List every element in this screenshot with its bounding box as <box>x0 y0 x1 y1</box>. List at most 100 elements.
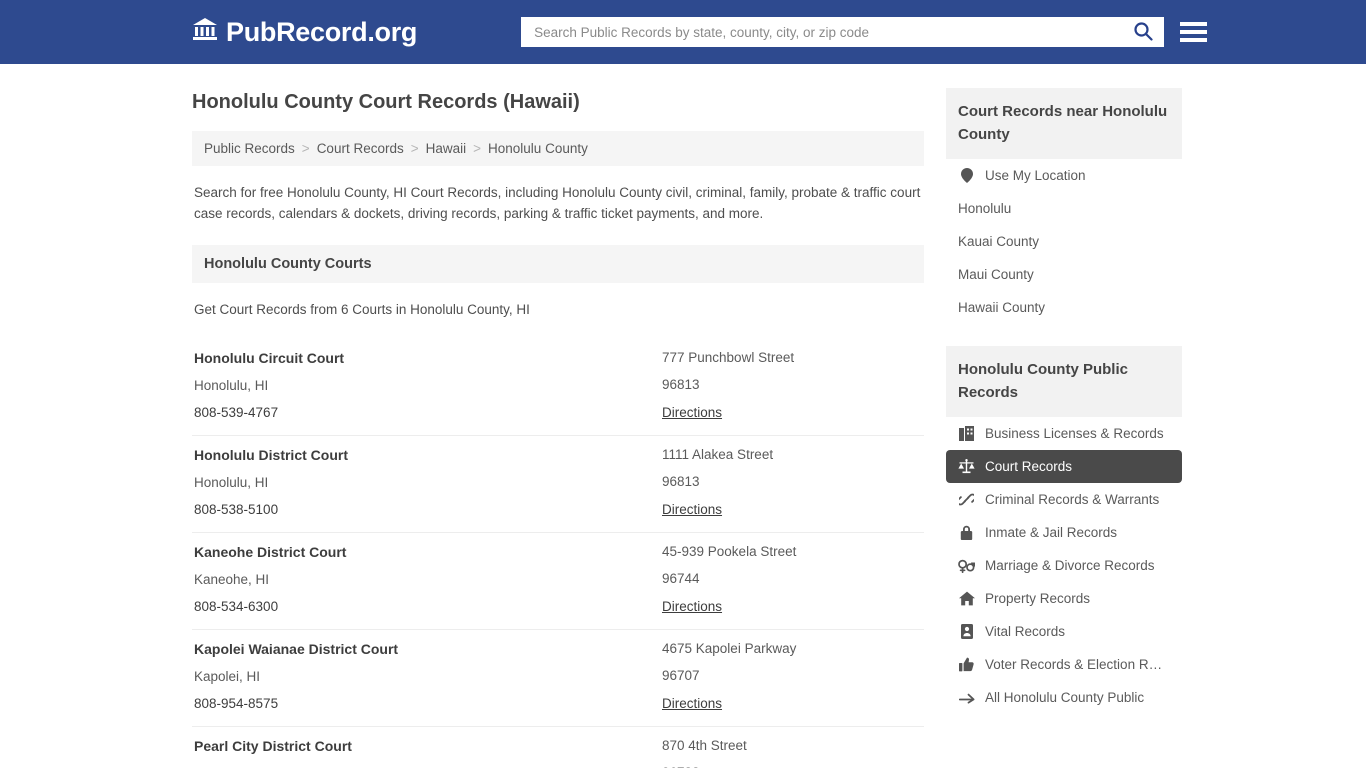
court-row: Kapolei Waianae District Court Kapolei, H… <box>192 630 924 727</box>
search-box[interactable] <box>521 17 1165 47</box>
court-address: 45-939 Pookela Street 96744 Directions <box>662 544 922 616</box>
sidebar-near-item[interactable]: Honolulu <box>946 192 1182 225</box>
court-street: 4675 Kapolei Parkway <box>662 641 797 656</box>
court-phone[interactable]: 808-534-6300 <box>194 599 662 614</box>
site-header: PubRecord.org <box>0 0 1366 64</box>
court-zip: 96813 <box>662 377 700 392</box>
sidebar-record-item[interactable]: Criminal Records & Warrants <box>946 483 1182 516</box>
page-body: Honolulu County Court Records (Hawaii) P… <box>0 64 1366 768</box>
court-row: Pearl City District CourtPearl City, HI8… <box>192 727 924 768</box>
site-logo-text: PubRecord.org <box>226 16 418 47</box>
court-address: 870 4th Street96782Directions <box>662 738 922 768</box>
court-address: 4675 Kapolei Parkway 96707 Directions <box>662 641 922 713</box>
court-phone[interactable]: 808-539-4767 <box>194 405 662 420</box>
arrow-right-icon <box>958 691 975 704</box>
sidebar-record-item-label: Voter Records & Election R… <box>985 657 1163 672</box>
court-info: Kaneohe District Court Kaneohe, HI 808-534… <box>194 544 662 616</box>
sidebar-near-item-label: Maui County <box>958 267 1034 282</box>
business-building-icon <box>958 426 975 441</box>
sidebar-record-item[interactable]: Vital Records <box>946 615 1182 648</box>
court-address: 777 Punchbowl Street 96813 Directions <box>662 350 922 422</box>
court-street: 870 4th Street <box>662 738 747 753</box>
court-name-link[interactable]: Kapolei Waianae District Court <box>194 641 662 657</box>
court-directions-link[interactable]: Directions <box>662 405 722 420</box>
sidebar-record-item[interactable]: Property Records <box>946 582 1182 615</box>
search-button[interactable] <box>1131 21 1155 44</box>
court-name-link[interactable]: Honolulu Circuit Court <box>194 350 662 366</box>
sidebar-near-item-label: Hawaii County <box>958 300 1046 315</box>
court-name-link[interactable]: Honolulu District Court <box>194 447 662 463</box>
court-zip: 96744 <box>662 571 700 586</box>
sidebar-near-item-label: Use My Location <box>985 168 1086 183</box>
sidebar-near-list: Use My Location Honolulu Kauai County Maui … <box>946 159 1182 324</box>
header-search-area <box>521 17 1208 47</box>
court-row: Kaneohe District Court Kaneohe, HI 808-534… <box>192 533 924 630</box>
court-street: 1111 Alakea Street <box>662 447 774 462</box>
court-zip: 96707 <box>662 668 700 683</box>
court-directions-link[interactable]: Directions <box>662 599 722 614</box>
search-icon <box>1133 21 1153 44</box>
court-street: 777 Punchbowl Street <box>662 350 795 365</box>
page-description: Search for free Honolulu County, HI Cour… <box>194 185 921 221</box>
court-info: Kapolei Waianae District Court Kapolei, H… <box>194 641 662 713</box>
court-list: Honolulu Circuit Court Honolulu, HI 808-53… <box>192 339 924 768</box>
sidebar-near-item[interactable]: Maui County <box>946 258 1182 291</box>
courts-section-subheading: Get Court Records from 6 Courts in Honol… <box>194 302 530 317</box>
sidebar-records-section: Honolulu County Public Records Business … <box>946 346 1182 714</box>
breadcrumb-item-public-records[interactable]: Public Records <box>204 141 295 156</box>
sidebar-record-item[interactable]: Business Licenses & Records <box>946 417 1182 450</box>
court-phone[interactable]: 808-954-8575 <box>194 696 662 711</box>
sidebar-record-item[interactable]: Marriage & Divorce Records <box>946 549 1182 582</box>
sidebar: Court Records near Honolulu County Use M… <box>946 64 1182 768</box>
court-directions-link[interactable]: Directions <box>662 502 722 517</box>
sidebar-record-item[interactable]: Court Records <box>946 450 1182 483</box>
sidebar-records-heading: Honolulu County Public Records <box>946 346 1182 417</box>
court-zip: 96813 <box>662 474 700 489</box>
sidebar-near-item[interactable]: Kauai County <box>946 225 1182 258</box>
map-pin-icon <box>958 168 975 183</box>
court-city-state: Honolulu, HI <box>194 378 269 393</box>
venus-mars-icon <box>958 558 975 573</box>
court-street: 45-939 Pookela Street <box>662 544 797 559</box>
court-info: Pearl City District CourtPearl City, HI8… <box>194 738 662 768</box>
thumbs-up-icon <box>958 657 975 672</box>
sidebar-record-item-label: Vital Records <box>985 624 1066 639</box>
sidebar-near-heading: Court Records near Honolulu County <box>946 88 1182 159</box>
sidebar-record-item-label: All Honolulu County Public <box>985 690 1145 705</box>
sidebar-records-list: Business Licenses & Records Court Records… <box>946 417 1182 714</box>
scales-of-justice-icon <box>958 459 975 474</box>
sidebar-record-item[interactable]: All Honolulu County Public <box>946 681 1182 714</box>
sidebar-record-item-label: Business Licenses & Records <box>985 426 1164 441</box>
handcuffs-icon <box>958 492 975 507</box>
breadcrumb-separator: > <box>410 141 419 156</box>
hamburger-menu-icon[interactable] <box>1180 22 1208 42</box>
sidebar-near-item[interactable]: Use My Location <box>946 159 1182 192</box>
breadcrumb-item-court-records[interactable]: Court Records <box>317 141 404 156</box>
hamburger-bar-2 <box>1180 30 1208 34</box>
court-info: Honolulu Circuit Court Honolulu, HI 808-53… <box>194 350 662 422</box>
sidebar-record-item-label: Inmate & Jail Records <box>985 525 1118 540</box>
court-city-state: Kaneohe, HI <box>194 572 270 587</box>
breadcrumb-item-hawaii[interactable]: Hawaii <box>426 141 467 156</box>
court-address: 1111 Alakea Street 96813 Directions <box>662 447 922 519</box>
court-city-state: Honolulu, HI <box>194 475 269 490</box>
court-name-link[interactable]: Pearl City District Court <box>194 738 662 754</box>
sidebar-record-item[interactable]: Inmate & Jail Records <box>946 516 1182 549</box>
bank-building-icon <box>192 17 218 48</box>
search-input[interactable] <box>532 23 1132 41</box>
sidebar-record-item-label: Property Records <box>985 591 1091 606</box>
court-phone[interactable]: 808-538-5100 <box>194 502 662 517</box>
court-directions-link[interactable]: Directions <box>662 696 722 711</box>
site-logo[interactable]: PubRecord.org <box>192 17 417 48</box>
sidebar-near-item-label: Kauai County <box>958 234 1040 249</box>
main-content: Honolulu County Court Records (Hawaii) P… <box>192 64 924 768</box>
id-card-icon <box>958 624 975 639</box>
breadcrumb: Public Records > Court Records > Hawaii … <box>192 131 924 166</box>
sidebar-record-item-label: Court Records <box>985 459 1073 474</box>
court-row: Honolulu Circuit Court Honolulu, HI 808-53… <box>192 339 924 436</box>
court-row: Honolulu District Court Honolulu, HI 808-5… <box>192 436 924 533</box>
sidebar-near-item[interactable]: Hawaii County <box>946 291 1182 324</box>
court-name-link[interactable]: Kaneohe District Court <box>194 544 662 560</box>
sidebar-record-item[interactable]: Voter Records & Election R… <box>946 648 1182 681</box>
sidebar-record-item-label: Marriage & Divorce Records <box>985 558 1155 573</box>
